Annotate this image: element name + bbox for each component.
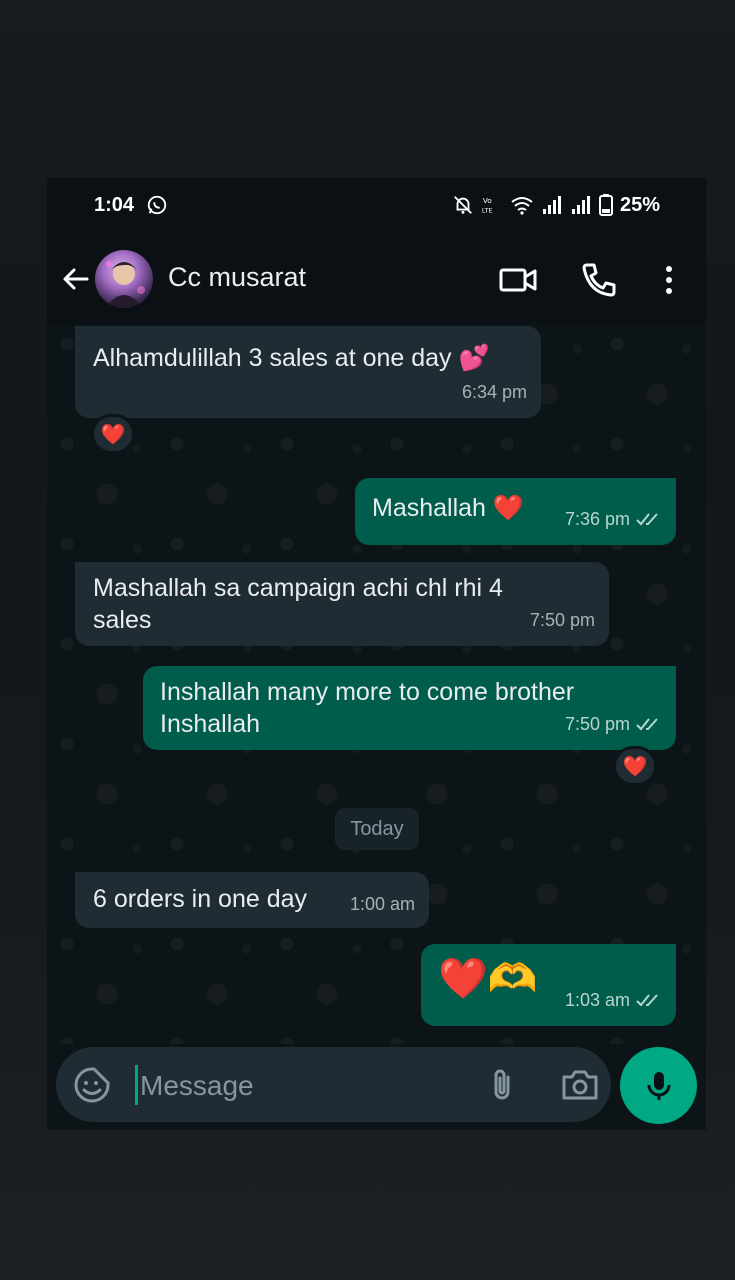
message-time: 7:50 pm [529, 610, 595, 630]
status-time: 1:04 [94, 194, 135, 216]
chat-area[interactable]: Alhamdulillah 3 sales at one day 💕 6:34 … [47, 324, 706, 1044]
message-input[interactable] [138, 1063, 472, 1109]
message-meta: 1:00 am [350, 888, 415, 920]
message-time: 6:34 pm [461, 382, 527, 402]
reaction-emoji: ❤️ [100, 423, 126, 446]
emoji-sticker-icon[interactable] [72, 1065, 112, 1105]
date-separator: Today [335, 808, 419, 850]
message-text: Mashallah sa campaign achi chl rhi 4 sal… [93, 574, 503, 634]
avatar[interactable] [95, 250, 153, 308]
message-meta: 7:36 pm [565, 503, 662, 535]
message-bubble-outgoing[interactable]: Inshallah many more to come brother Insh… [143, 666, 676, 750]
message-input-container[interactable] [56, 1047, 611, 1122]
message-time: 7:36 pm [564, 509, 630, 529]
phone-screen: 1:04 Vo LTE 25% Cc musarat Alhamdulillah… [47, 178, 706, 1130]
message-text: Alhamdulillah 3 sales at one day 💕 [93, 344, 490, 372]
signal-icon [571, 196, 590, 214]
chat-header: Cc musarat [47, 234, 706, 324]
reaction-emoji: ❤️ [622, 755, 648, 778]
message-bubble-outgoing[interactable]: Mashallah ❤️ 7:36 pm [355, 478, 676, 545]
message-meta: 1:03 am [565, 984, 662, 1016]
message-text: Inshallah many more to come brother Insh… [160, 678, 575, 738]
svg-text:Vo: Vo [483, 196, 492, 205]
message-text: Mashallah ❤️ [372, 494, 525, 522]
message-meta: 6:34 pm [462, 376, 527, 408]
message-text: ❤️🫶 [438, 957, 538, 1001]
contact-name[interactable]: Cc musarat [168, 262, 306, 293]
message-meta: 7:50 pm [565, 708, 662, 740]
camera-icon[interactable] [559, 1065, 601, 1105]
whatsapp-icon [147, 195, 167, 215]
message-reaction[interactable]: ❤️ [91, 414, 135, 454]
double-check-icon [636, 513, 658, 526]
video-call-icon[interactable] [498, 260, 538, 300]
double-check-icon [636, 718, 658, 731]
status-bar: 1:04 Vo LTE 25% [47, 178, 706, 234]
volte-icon: Vo LTE [482, 196, 493, 214]
battery-icon [598, 194, 613, 216]
battery-percent: 25% [619, 193, 660, 216]
message-text: 6 orders in one day [93, 885, 308, 913]
mic-icon [647, 1071, 670, 1100]
avatar-portrait [105, 261, 145, 308]
message-bubble-incoming[interactable]: 6 orders in one day 1:00 am [75, 872, 429, 928]
message-bubble-incoming[interactable]: Alhamdulillah 3 sales at one day 💕 6:34 … [75, 326, 541, 418]
back-arrow-icon[interactable] [59, 262, 93, 296]
double-check-icon [636, 994, 658, 1007]
svg-text:LTE: LTE [482, 206, 493, 214]
message-time: 1:03 am [564, 990, 630, 1010]
message-reaction[interactable]: ❤️ [613, 746, 657, 786]
message-bubble-outgoing[interactable]: ❤️🫶 1:03 am [421, 944, 676, 1026]
message-meta: 7:50 pm [530, 604, 595, 636]
phone-icon[interactable] [579, 260, 619, 300]
composer-bar [47, 1044, 706, 1130]
message-time: 1:00 am [349, 894, 415, 914]
message-time: 7:50 pm [564, 714, 630, 734]
wifi-icon [511, 197, 533, 215]
mic-button[interactable] [620, 1047, 697, 1124]
attach-icon[interactable] [482, 1065, 522, 1105]
mute-bell-icon [454, 196, 472, 214]
status-icons: Vo LTE 25% [452, 192, 660, 218]
message-bubble-incoming[interactable]: Mashallah sa campaign achi chl rhi 4 sal… [75, 562, 609, 646]
signal-icon [542, 196, 561, 214]
more-vert-icon[interactable] [649, 260, 689, 300]
